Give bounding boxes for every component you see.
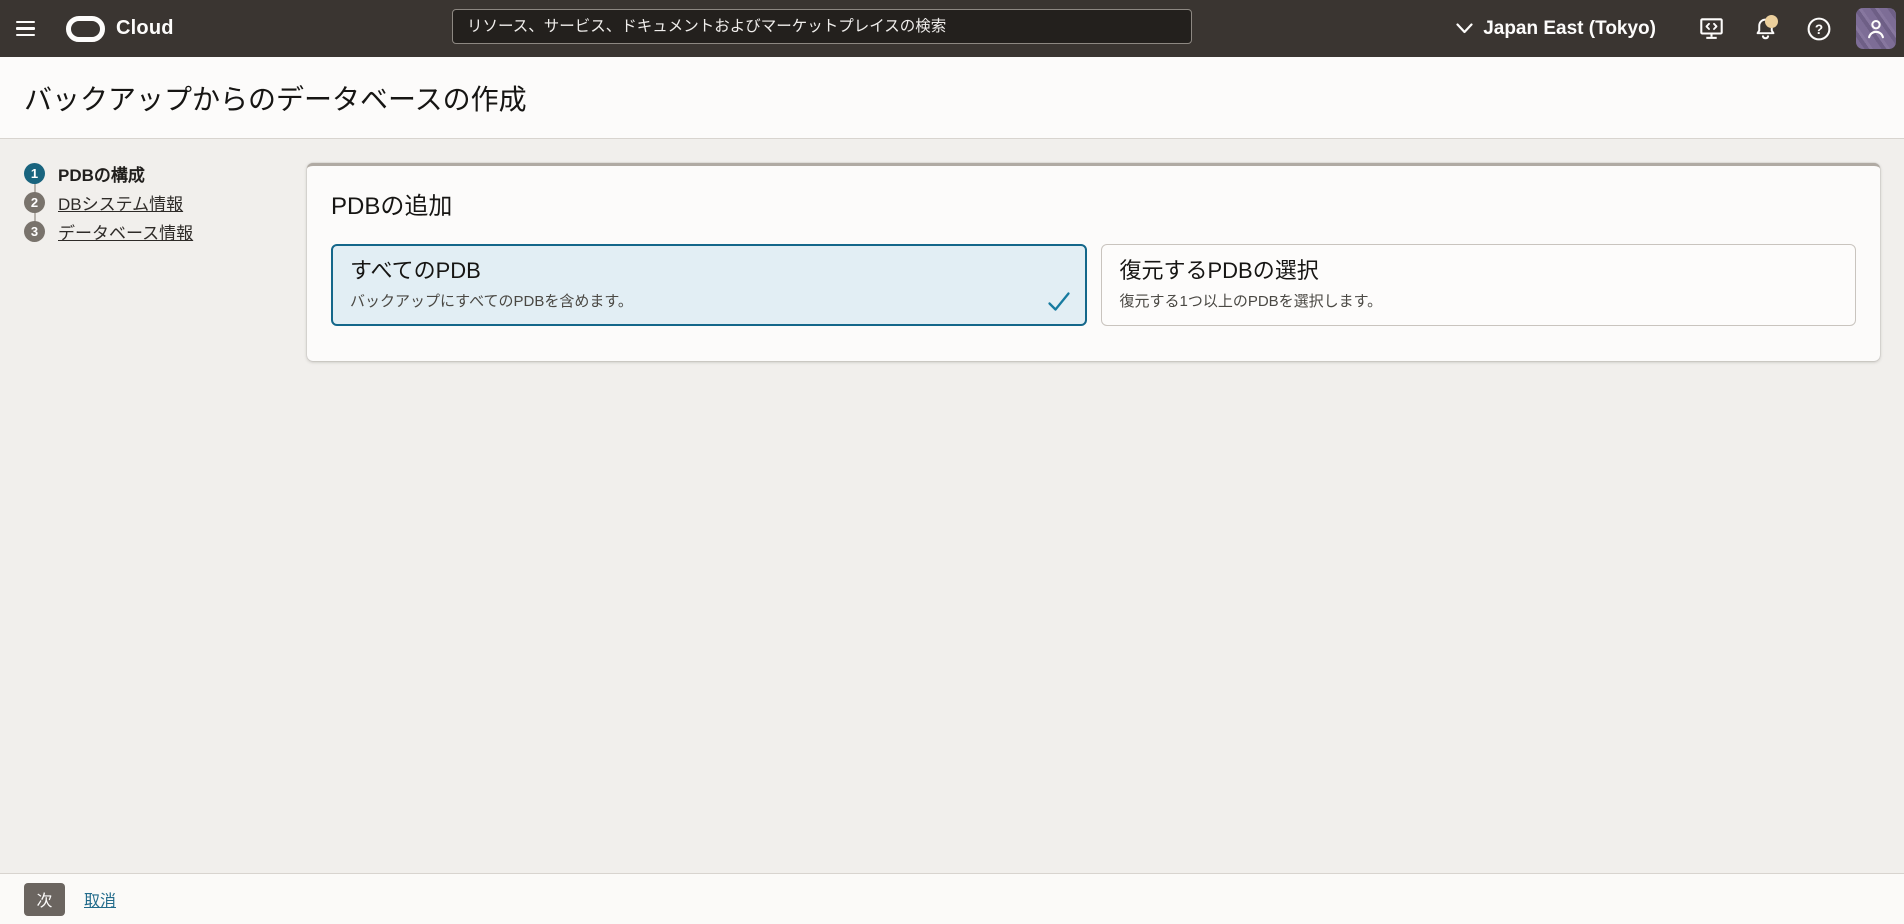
profile-avatar[interactable] (1856, 8, 1896, 49)
cancel-link[interactable]: 取消 (84, 887, 116, 911)
brand-label: Cloud (116, 17, 174, 40)
option-title: すべてのPDB (350, 256, 1068, 285)
pdb-option-tiles: すべてのPDB バックアップにすべてのPDBを含めます。 復元するPDBの選択 … (331, 244, 1856, 326)
top-navigation-bar: Cloud Japan East (Tokyo) (0, 0, 1904, 57)
global-search (452, 9, 1192, 44)
cloud-shell-button[interactable] (1693, 11, 1729, 47)
notifications-button[interactable] (1747, 11, 1783, 47)
step-label[interactable]: データベース情報 (58, 219, 193, 244)
brand-logo[interactable]: Cloud (66, 16, 174, 42)
cloud-shell-monitor-icon (1699, 16, 1724, 41)
pdb-add-panel: PDBの追加 すべてのPDB バックアップにすべてのPDBを含めます。 復元する… (307, 163, 1880, 361)
option-title: 復元するPDBの選択 (1120, 256, 1838, 285)
page-header: バックアップからのデータベースの作成 (0, 57, 1904, 139)
region-label: Japan East (Tokyo) (1483, 18, 1656, 40)
page-title: バックアップからのデータベースの作成 (24, 78, 527, 118)
region-selector[interactable]: Japan East (Tokyo) (1456, 18, 1656, 40)
oracle-o-logo-icon (66, 16, 105, 42)
header-right-cluster: Japan East (Tokyo) ? (1456, 0, 1896, 57)
hamburger-menu-icon[interactable] (2, 0, 48, 57)
help-button[interactable]: ? (1801, 11, 1837, 47)
search-input[interactable] (452, 9, 1192, 44)
main-content: 1 PDBの構成 2 DBシステム情報 3 データベース情報 PDBの追加 すべ… (0, 140, 1904, 873)
wizard-stepper: 1 PDBの構成 2 DBシステム情報 3 データベース情報 (24, 163, 307, 873)
chevron-down-icon (1456, 23, 1473, 34)
option-all-pdbs[interactable]: すべてのPDB バックアップにすべてのPDBを含めます。 (331, 244, 1087, 326)
person-icon (1863, 16, 1889, 42)
next-button[interactable]: 次 (24, 883, 65, 916)
step-db-system-info[interactable]: 2 DBシステム情報 (24, 192, 307, 213)
selected-checkmark-icon (1047, 291, 1071, 313)
option-select-pdbs[interactable]: 復元するPDBの選択 復元する1つ以上のPDBを選択します。 (1101, 244, 1857, 326)
svg-text:?: ? (1815, 21, 1823, 36)
step-number-badge: 3 (24, 221, 45, 242)
step-database-info[interactable]: 3 データベース情報 (24, 221, 307, 242)
step-number-badge: 1 (24, 163, 45, 184)
step-label: PDBの構成 (58, 161, 145, 186)
step-pdb-configuration: 1 PDBの構成 (24, 163, 307, 184)
help-question-icon: ? (1806, 16, 1832, 42)
option-description: バックアップにすべてのPDBを含めます。 (350, 292, 1068, 312)
step-number-badge: 2 (24, 192, 45, 213)
panel-heading: PDBの追加 (331, 186, 1856, 221)
option-description: 復元する1つ以上のPDBを選択します。 (1120, 292, 1838, 312)
notification-badge-dot (1765, 15, 1778, 28)
wizard-footer: 次 取消 (0, 873, 1904, 924)
step-label[interactable]: DBシステム情報 (58, 190, 183, 215)
